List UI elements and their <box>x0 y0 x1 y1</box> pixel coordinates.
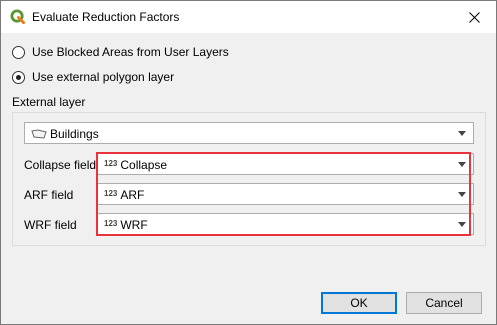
field-value: ARF <box>120 188 145 202</box>
field-value: Collapse <box>120 158 168 172</box>
combo-value: 123 ARF <box>104 188 144 202</box>
external-layer-group-label: External layer <box>12 95 86 109</box>
dialog-window: Evaluate Reduction Factors Use Blocked A… <box>0 0 497 325</box>
combo-value: 123 Collapse <box>104 158 167 172</box>
radio-button[interactable] <box>12 45 25 59</box>
option-label: Use Blocked Areas from User Layers <box>32 45 229 59</box>
field-value: WRF <box>120 218 148 232</box>
collapse-field-label: Collapse field <box>24 158 97 172</box>
window-title: Evaluate Reduction Factors <box>32 10 180 24</box>
collapse-field-combo[interactable]: 123 Collapse <box>97 153 474 175</box>
cancel-button[interactable]: Cancel <box>406 292 482 314</box>
numeric-field-icon: 123 <box>104 158 118 168</box>
option-external-polygon[interactable]: Use external polygon layer <box>12 70 174 84</box>
polygon-layer-icon <box>31 129 47 139</box>
title-bar: Evaluate Reduction Factors <box>1 1 496 33</box>
close-icon <box>468 11 480 23</box>
arf-field-combo[interactable]: 123 ARF <box>97 183 474 205</box>
layer-name: Buildings <box>50 127 99 141</box>
numeric-field-icon: 123 <box>104 188 118 198</box>
combo-value: 123 WRF <box>104 218 148 232</box>
chevron-down-icon <box>458 222 466 227</box>
wrf-field-combo[interactable]: 123 WRF <box>97 213 474 235</box>
radio-button-selected[interactable] <box>12 70 25 84</box>
arf-field-label: ARF field <box>24 188 74 202</box>
close-button[interactable] <box>452 1 496 33</box>
chevron-down-icon <box>458 131 466 136</box>
ok-button[interactable]: OK <box>321 292 397 314</box>
numeric-field-icon: 123 <box>104 218 118 228</box>
option-label: Use external polygon layer <box>32 70 175 84</box>
combo-value: Buildings <box>31 127 99 141</box>
chevron-down-icon <box>458 192 466 197</box>
qgis-logo-icon <box>10 9 25 24</box>
option-blocked-areas[interactable]: Use Blocked Areas from User Layers <box>12 45 229 59</box>
external-layer-combo[interactable]: Buildings <box>24 122 474 144</box>
wrf-field-label: WRF field <box>24 218 77 232</box>
chevron-down-icon <box>458 162 466 167</box>
